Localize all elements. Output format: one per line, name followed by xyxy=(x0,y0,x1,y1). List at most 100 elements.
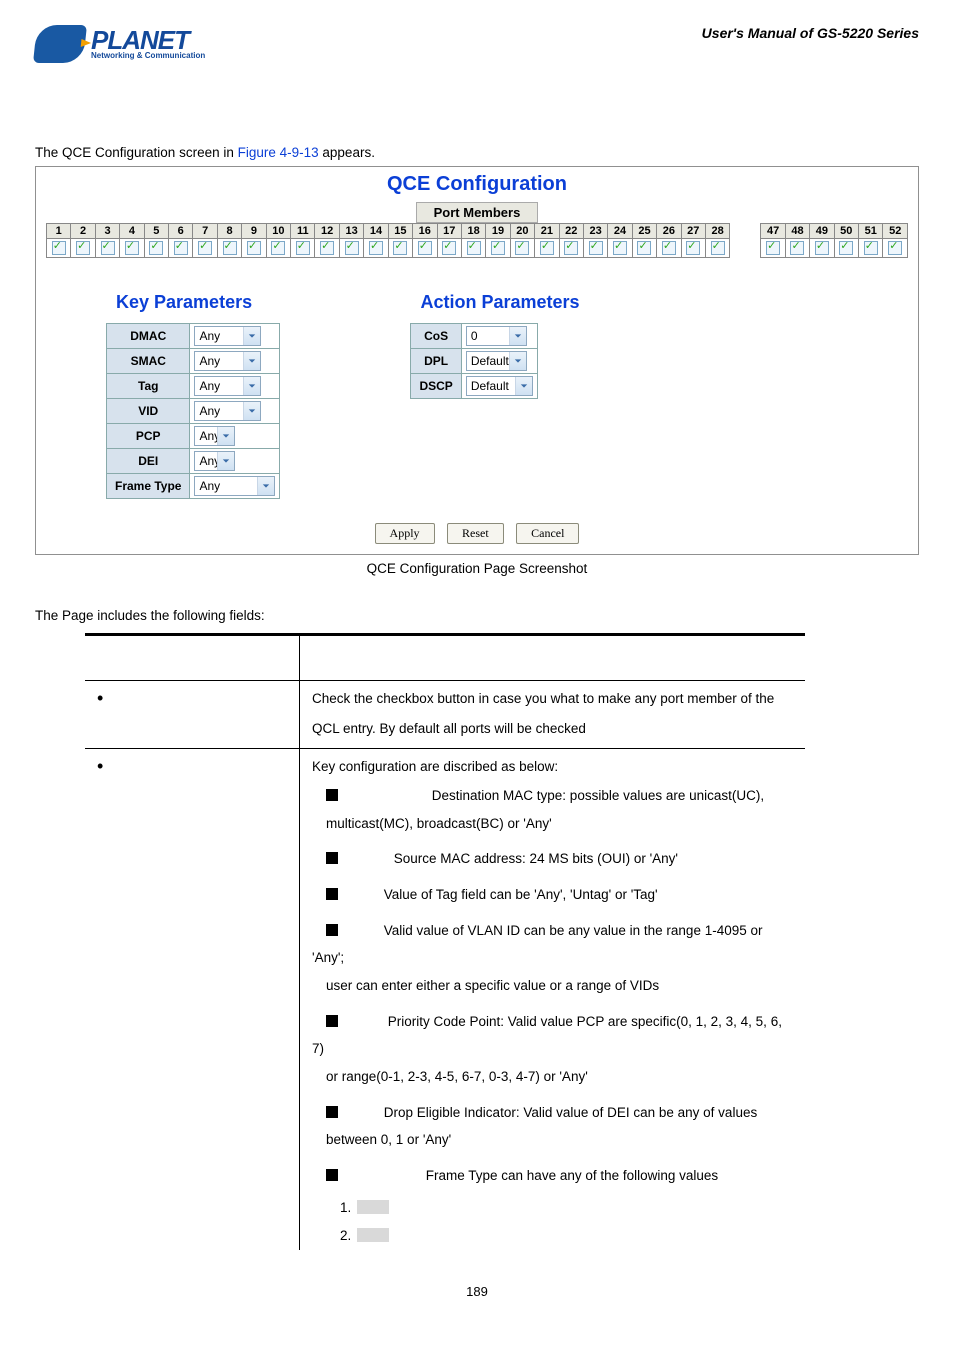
port-checkbox-cell[interactable] xyxy=(315,239,339,258)
check-icon xyxy=(223,241,237,255)
port-checkbox-cell[interactable] xyxy=(388,239,412,258)
port-checkbox-cell[interactable] xyxy=(486,239,510,258)
chevron-down-icon xyxy=(243,352,260,370)
port-checkbox-cell[interactable] xyxy=(657,239,681,258)
chevron-down-icon xyxy=(243,377,260,395)
param-value: Default xyxy=(461,374,537,399)
port-checkbox-cell[interactable] xyxy=(883,239,908,258)
port-checkbox-cell[interactable] xyxy=(834,239,858,258)
grey-placeholder xyxy=(357,1200,389,1214)
port-checkbox-cell[interactable] xyxy=(120,239,144,258)
select-dropdown[interactable]: Any xyxy=(194,401,261,421)
check-icon xyxy=(790,241,804,255)
port-checkbox-cell[interactable] xyxy=(583,239,607,258)
select-dropdown[interactable]: 0 xyxy=(466,326,527,346)
port-checkbox-cell[interactable] xyxy=(291,239,315,258)
port-header: 10 xyxy=(266,224,290,239)
port-checkbox-cell[interactable] xyxy=(608,239,632,258)
port-checkbox-cell[interactable] xyxy=(169,239,193,258)
figure-link: Figure 4-9-13 xyxy=(238,145,319,160)
select-dropdown[interactable]: Default xyxy=(466,351,527,371)
port-checkbox-cell[interactable] xyxy=(339,239,363,258)
reset-button[interactable]: Reset xyxy=(447,523,504,544)
port-checkbox-cell[interactable] xyxy=(71,239,95,258)
port-checkbox-cell[interactable] xyxy=(705,239,729,258)
square-icon xyxy=(326,1169,338,1181)
port-checkbox-cell[interactable] xyxy=(681,239,705,258)
param-label: CoS xyxy=(411,324,461,349)
select-dropdown[interactable]: Any xyxy=(194,451,235,471)
port-checkbox-cell[interactable] xyxy=(242,239,266,258)
chevron-down-icon xyxy=(509,327,526,345)
param-label: DEI xyxy=(107,449,190,474)
globe-icon xyxy=(33,25,87,63)
port-checkbox-cell[interactable] xyxy=(47,239,71,258)
square-icon xyxy=(326,1015,338,1027)
port-checkbox-cell[interactable] xyxy=(761,239,785,258)
port-checkbox-cell[interactable] xyxy=(193,239,217,258)
param-value: Any xyxy=(190,399,280,424)
qce-screenshot: QCE Configuration Port Members 123456789… xyxy=(35,166,919,555)
port-checkbox-cell[interactable] xyxy=(535,239,559,258)
param-value: Default xyxy=(461,349,537,374)
port-header: 49 xyxy=(810,224,834,239)
port-header: 52 xyxy=(883,224,908,239)
param-label: Frame Type xyxy=(107,474,190,499)
select-dropdown[interactable]: Default xyxy=(466,376,533,396)
port-checkbox-cell[interactable] xyxy=(217,239,241,258)
port-header: 47 xyxy=(761,224,785,239)
brand-logo: PLANET Networking & Communication xyxy=(35,25,205,63)
port-checkbox-cell[interactable] xyxy=(632,239,656,258)
port-header: 14 xyxy=(364,224,388,239)
check-icon xyxy=(271,241,285,255)
port-checkbox-cell[interactable] xyxy=(461,239,485,258)
chevron-down-icon xyxy=(243,327,260,345)
check-icon xyxy=(467,241,481,255)
select-dropdown[interactable]: Any xyxy=(194,426,235,446)
port-checkbox-cell[interactable] xyxy=(559,239,583,258)
select-dropdown[interactable]: Any xyxy=(194,351,261,371)
check-icon xyxy=(198,241,212,255)
port-header: 3 xyxy=(95,224,119,239)
check-icon xyxy=(888,241,902,255)
check-icon xyxy=(613,241,627,255)
fields-table: Check the checkbox button in case you wh… xyxy=(85,633,805,1250)
param-label: Tag xyxy=(107,374,190,399)
page-number: 189 xyxy=(35,1284,919,1299)
check-icon xyxy=(662,241,676,255)
port-checkbox-cell[interactable] xyxy=(810,239,834,258)
port-header: 16 xyxy=(413,224,437,239)
param-label: DSCP xyxy=(411,374,461,399)
select-dropdown[interactable]: Any xyxy=(194,376,261,396)
port-checkbox-cell[interactable] xyxy=(785,239,809,258)
port-checkbox-cell[interactable] xyxy=(266,239,290,258)
port-checkbox-cell[interactable] xyxy=(510,239,534,258)
port-checkbox-cell[interactable] xyxy=(859,239,883,258)
cancel-button[interactable]: Cancel xyxy=(516,523,579,544)
screenshot-caption: QCE Configuration Page Screenshot xyxy=(35,561,919,576)
check-icon xyxy=(540,241,554,255)
port-checkbox-cell[interactable] xyxy=(95,239,119,258)
check-icon xyxy=(345,241,359,255)
select-dropdown[interactable]: Any xyxy=(194,326,261,346)
port-checkbox-cell[interactable] xyxy=(437,239,461,258)
button-row: Apply Reset Cancel xyxy=(36,509,918,554)
port-header: 9 xyxy=(242,224,266,239)
select-dropdown[interactable]: Any xyxy=(194,476,275,496)
param-value: Any xyxy=(190,324,280,349)
check-icon xyxy=(418,241,432,255)
port-checkbox-cell[interactable] xyxy=(144,239,168,258)
square-icon xyxy=(326,1106,338,1118)
port-members-table: 1234567891011121314151617181920212223242… xyxy=(46,223,908,258)
intro-text: The QCE Configuration screen in Figure 4… xyxy=(35,145,919,160)
port-header: 21 xyxy=(535,224,559,239)
apply-button[interactable]: Apply xyxy=(375,523,435,544)
port-checkbox-cell[interactable] xyxy=(364,239,388,258)
check-icon xyxy=(442,241,456,255)
check-icon xyxy=(491,241,505,255)
check-icon xyxy=(766,241,780,255)
port-checkbox-cell[interactable] xyxy=(413,239,437,258)
param-label: DPL xyxy=(411,349,461,374)
object-key-parameters xyxy=(97,759,287,773)
port-header: 6 xyxy=(169,224,193,239)
